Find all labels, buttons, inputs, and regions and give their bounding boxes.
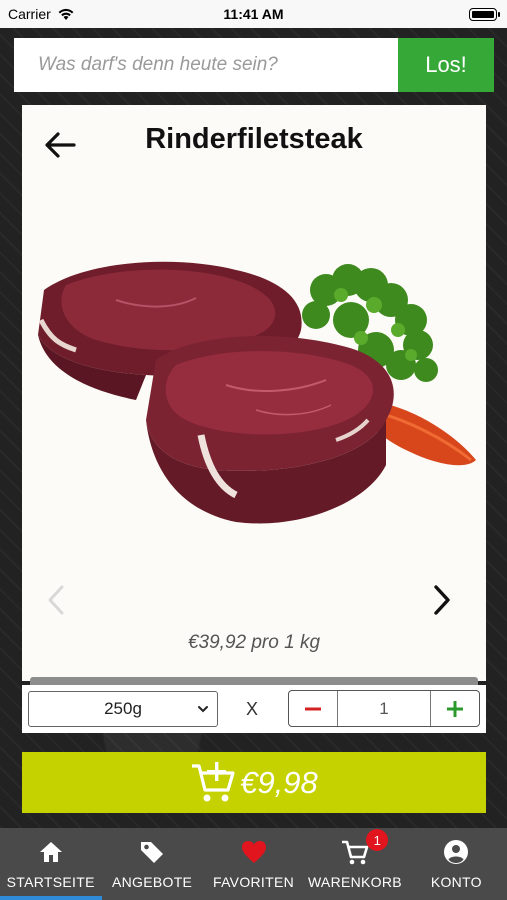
tab-label: STARTSEITE xyxy=(6,874,95,890)
status-time: 11:41 AM xyxy=(223,6,284,22)
next-image-arrow-icon[interactable] xyxy=(428,583,456,617)
search-input[interactable] xyxy=(14,38,398,92)
tab-label: KONTO xyxy=(430,874,482,890)
tab-label: ANGEBOTE xyxy=(112,874,193,890)
options-row: 250g X 1 xyxy=(22,685,486,733)
price-per-kg: €39,92 pro 1 kg xyxy=(187,632,321,653)
tab-startseite[interactable]: STARTSEITE xyxy=(0,828,101,900)
heart-icon xyxy=(241,841,266,863)
search-bar: Los! xyxy=(14,38,494,92)
increment-button[interactable] xyxy=(431,691,479,726)
previous-image-arrow-icon[interactable] xyxy=(42,583,70,617)
tab-label: FAVORITEN xyxy=(213,874,295,890)
wifi-icon xyxy=(58,8,74,20)
battery-icon xyxy=(469,7,500,21)
quantity-stepper: 1 xyxy=(288,690,480,727)
bottom-tab-bar: STARTSEITE ANGEBOTE FAVORITEN 1 WARENKOR… xyxy=(0,828,507,900)
plus-icon xyxy=(447,700,463,717)
product-title: Rinderfiletsteak xyxy=(145,123,363,155)
home-icon xyxy=(39,842,62,862)
decrement-button[interactable] xyxy=(289,691,337,726)
cart-icon xyxy=(341,840,369,865)
account-icon xyxy=(444,840,469,864)
tab-warenkorb[interactable]: 1 WARENKORB xyxy=(304,828,405,900)
cart-count-badge: 1 xyxy=(366,829,389,851)
weight-select[interactable]: 250g xyxy=(28,691,218,727)
cart-add-icon xyxy=(192,761,235,801)
product-card: Rinderfiletsteak €39,92 pro 1 kg xyxy=(22,105,486,687)
tab-angebote[interactable]: ANGEBOTE xyxy=(101,828,202,900)
carrier-label: Carrier xyxy=(8,6,51,22)
steak-image xyxy=(38,261,476,524)
status-bar: Carrier 11:41 AM xyxy=(0,0,507,28)
add-to-cart-button[interactable]: €9,98 xyxy=(22,752,486,813)
weight-select-value: 250g xyxy=(104,699,142,718)
quantity-value[interactable]: 1 xyxy=(337,691,431,726)
search-button[interactable]: Los! xyxy=(398,38,494,92)
multiply-sign: X xyxy=(246,699,259,719)
active-tab-indicator xyxy=(0,896,102,900)
tab-favoriten[interactable]: FAVORITEN xyxy=(203,828,304,900)
minus-icon xyxy=(305,707,321,710)
cart-button-price: €9,98 xyxy=(240,764,318,800)
chevron-down-icon xyxy=(198,706,208,713)
tag-icon xyxy=(141,842,164,863)
tab-konto[interactable]: KONTO xyxy=(406,828,507,900)
tab-label: WARENKORB xyxy=(307,874,402,890)
